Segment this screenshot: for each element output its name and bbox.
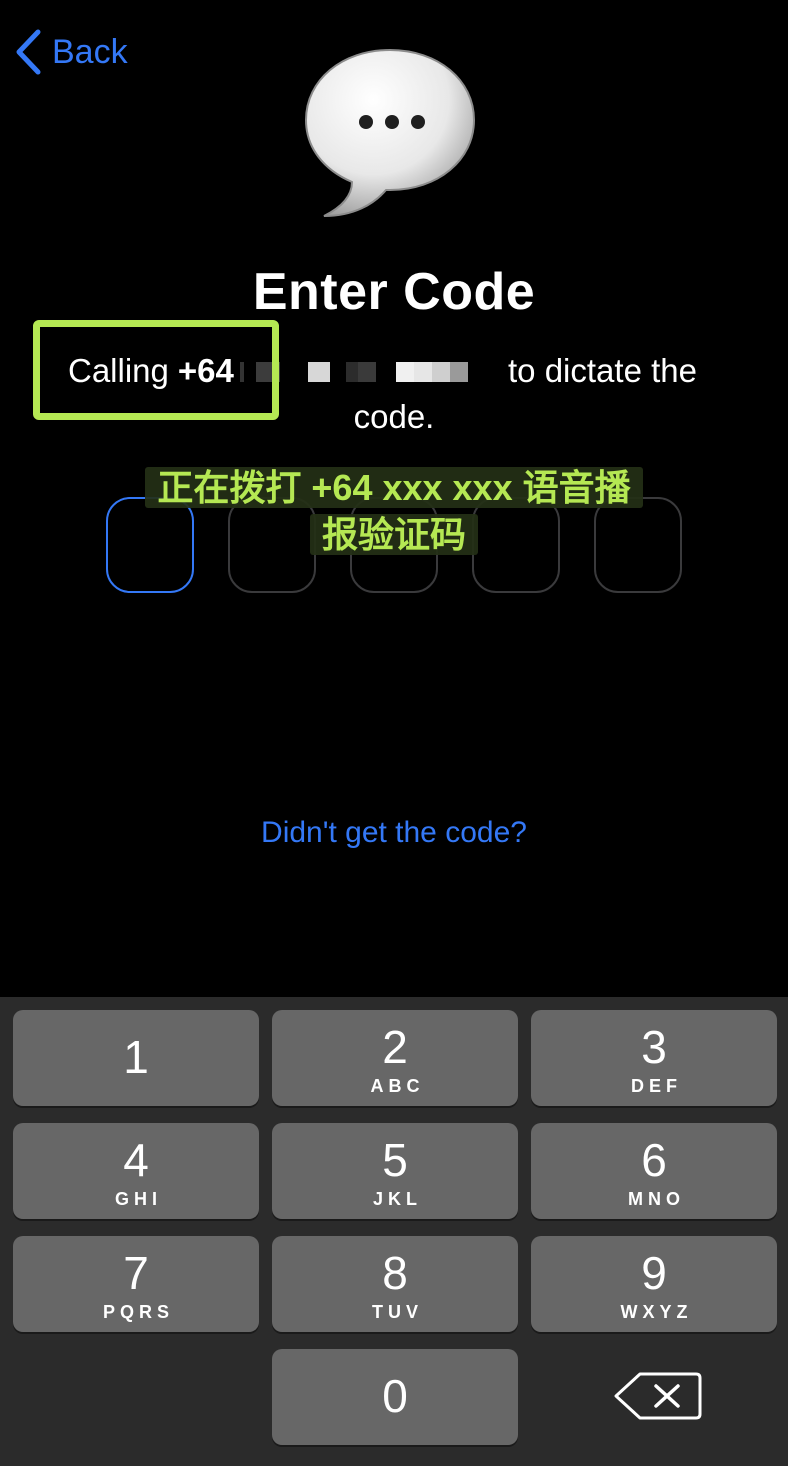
calling-suffix: to dictate the [508, 352, 697, 389]
key-digit: 9 [641, 1247, 667, 1299]
key-digit: 0 [382, 1370, 408, 1422]
key-1[interactable]: 1 [13, 1010, 259, 1106]
key-digit: 7 [123, 1247, 149, 1299]
key-letters: DEF [631, 1076, 682, 1096]
key-7[interactable]: 7 PQRS [13, 1236, 259, 1332]
annotation-line2: 报验证码 [0, 512, 788, 558]
key-letters: WXYZ [620, 1302, 693, 1322]
key-letters: JKL [372, 1189, 422, 1209]
key-digit: 6 [641, 1134, 667, 1186]
back-label: Back [52, 32, 128, 71]
key-letters: TUV [372, 1302, 423, 1322]
key-4[interactable]: 4 GHI [13, 1123, 259, 1219]
key-2[interactable]: 2 ABC [272, 1010, 518, 1106]
key-letters: PQRS [102, 1302, 174, 1322]
back-button[interactable]: Back [14, 28, 128, 76]
key-9[interactable]: 9 WXYZ [531, 1236, 777, 1332]
key-digit: 2 [382, 1021, 408, 1073]
page-title: Enter Code [252, 263, 536, 321]
key-digit: 1 [123, 1031, 149, 1083]
key-digit: 8 [382, 1247, 408, 1299]
highlight-box [33, 320, 279, 420]
key-3[interactable]: 3 DEF [531, 1010, 777, 1106]
speech-bubble-icon [304, 48, 476, 217]
key-letters: GHI [114, 1189, 162, 1209]
annotation-text-1: 正在拨打 +64 xxx xxx 语音播 [145, 467, 643, 508]
backspace-icon[interactable] [612, 1370, 704, 1422]
key-digit: 3 [641, 1021, 667, 1073]
key-digit: 5 [382, 1134, 408, 1186]
annotation-text-2: 报验证码 [309, 514, 478, 555]
key-letters: ABC [370, 1076, 425, 1096]
chevron-left-icon [16, 29, 41, 75]
didnt-get-code-link[interactable]: Didn't get the code? [0, 816, 788, 850]
key-letters: MNO [628, 1189, 685, 1209]
key-8[interactable]: 8 TUV [272, 1236, 518, 1332]
key-6[interactable]: 6 MNO [531, 1123, 777, 1219]
key-digit: 4 [123, 1134, 149, 1186]
annotation-line1: 正在拨打 +64 xxx xxx 语音播 [0, 465, 788, 511]
key-5[interactable]: 5 JKL [272, 1123, 518, 1219]
key-0[interactable]: 0 [272, 1349, 518, 1445]
